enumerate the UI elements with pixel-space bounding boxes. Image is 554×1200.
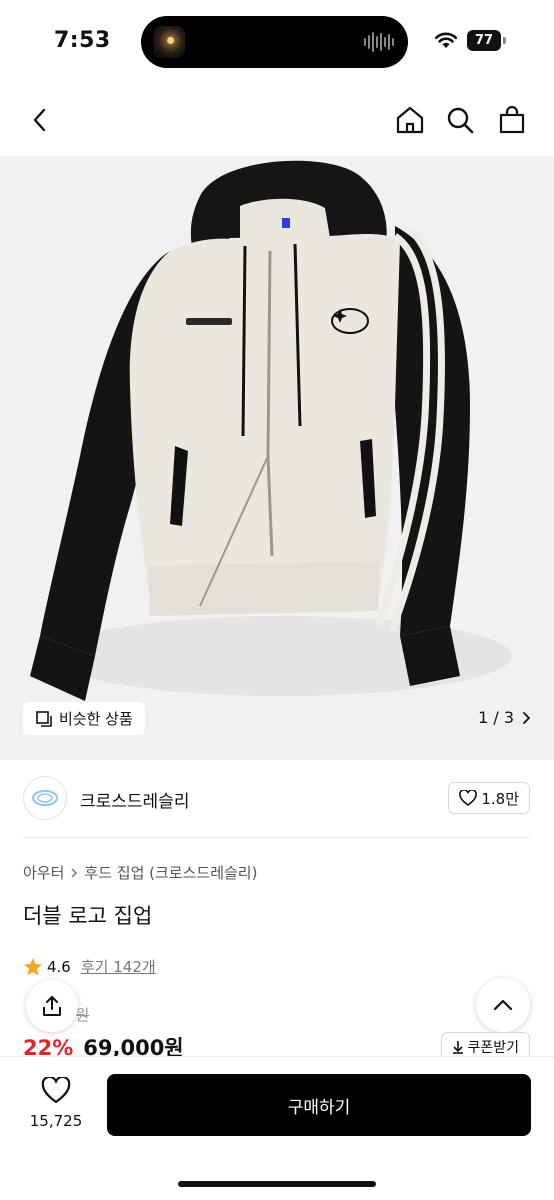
status-time: 7:53 [54,28,111,53]
product-image[interactable]: 비슷한 상품 1 / 3 [0,156,554,760]
wishlist-count: 15,725 [29,1112,83,1130]
download-icon [453,1041,464,1054]
shopping-bag-icon [499,105,525,134]
wifi-icon [434,32,458,48]
scroll-top-button[interactable] [476,978,530,1032]
brand-logo[interactable] [23,776,67,820]
heart-icon [459,790,478,806]
chevron-right-icon [71,867,78,878]
similar-products-label: 비슷한 상품 [59,710,133,728]
home-icon [396,106,424,134]
breadcrumb-subcategory[interactable]: 후드 집업 (크로스드레슬리) [84,862,257,883]
hoodie-illustration [30,160,512,701]
rating-row: 4.6 후기 142개 [23,956,156,977]
share-button[interactable] [26,980,78,1032]
share-icon [43,996,61,1016]
battery-nub [503,37,506,44]
wishlist-button[interactable]: 15,725 [26,1075,86,1130]
search-icon [447,107,474,134]
search-button[interactable] [440,96,480,144]
similar-products-button[interactable]: 비슷한 상품 [23,702,145,735]
image-pager[interactable]: 1 / 3 [478,708,532,727]
chevron-right-icon [523,711,531,724]
chevron-up-icon [493,999,513,1011]
brand-logo-icon [32,790,58,806]
product-title: 더블 로고 집업 [23,904,153,928]
home-indicator [178,1181,376,1187]
back-button[interactable] [20,96,60,144]
brand-like-button[interactable]: 1.8만 [448,782,530,814]
similar-items-icon [36,710,52,727]
brand-row[interactable]: 크로스드레슬리 1.8만 [0,772,554,830]
review-count-link[interactable]: 후기 142개 [81,956,156,977]
buy-button[interactable]: 구매하기 [107,1074,531,1136]
star-icon [24,957,42,975]
chevron-left-icon [33,108,46,132]
now-playing-thumbnail [153,26,185,58]
top-nav [0,96,554,144]
battery-indicator: 77 [467,30,501,51]
brand-name[interactable]: 크로스드레슬리 [80,787,189,812]
status-bar: 7:53 77 [0,0,554,84]
home-button[interactable] [390,96,430,144]
coupon-label: 쿠폰받기 [467,1040,519,1056]
audio-waveform-icon [364,31,394,53]
cart-button[interactable] [492,96,532,144]
breadcrumb: 아우터 후드 집업 (크로스드레슬리) [23,862,257,883]
pager-text: 1 / 3 [478,708,514,727]
rating-value: 4.6 [47,957,71,976]
breadcrumb-category[interactable]: 아우터 [23,862,64,883]
heart-icon [41,1075,71,1104]
divider [23,837,531,838]
dynamic-island [141,16,408,68]
bottom-action-bar: 15,725 구매하기 [0,1056,554,1200]
brand-like-count: 1.8만 [481,789,519,808]
